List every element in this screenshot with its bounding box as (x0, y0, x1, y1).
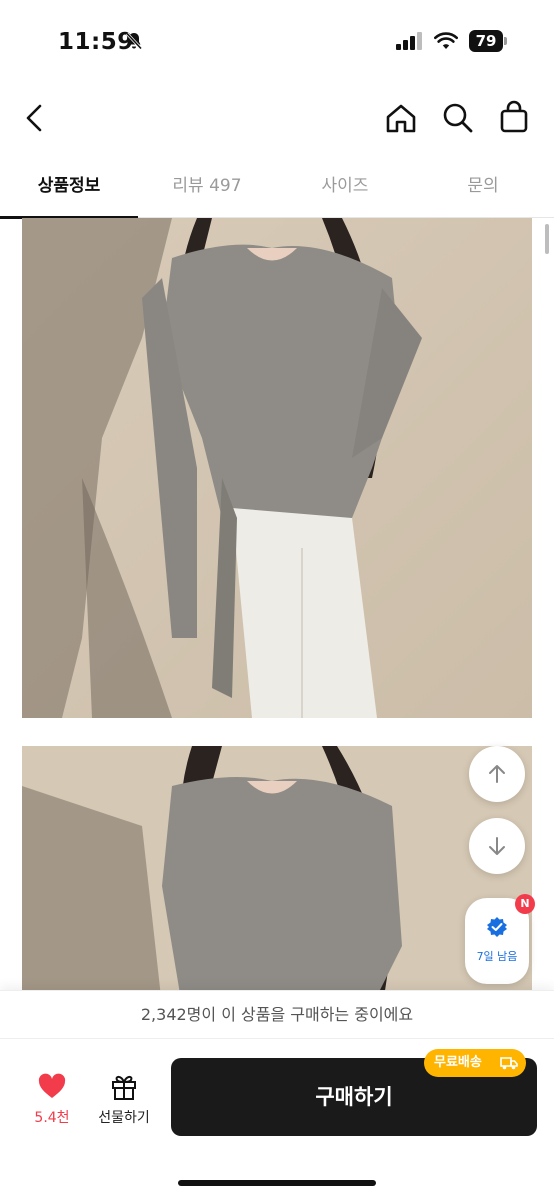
top-nav (0, 84, 554, 154)
battery-indicator: 79 (469, 30, 507, 52)
back-icon[interactable] (16, 98, 56, 138)
free-shipping-label: 무료배송 (434, 1055, 482, 1070)
tab-size[interactable]: 사이즈 (276, 160, 414, 218)
new-badge: N (515, 894, 535, 914)
free-shipping-badge: 무료배송 (424, 1049, 526, 1077)
home-icon[interactable] (381, 98, 421, 138)
status-bar: 11:59 79 (0, 0, 554, 84)
scroll-up-button[interactable] (469, 746, 525, 802)
home-indicator[interactable] (178, 1180, 376, 1186)
signal-icon (396, 32, 422, 50)
product-detail-content[interactable]: 7일 남음 N (0, 218, 554, 990)
arrow-up-icon (489, 765, 505, 783)
product-photo (22, 746, 532, 990)
bell-muted-icon (125, 32, 143, 50)
truck-icon (500, 1057, 518, 1070)
battery-level: 79 (469, 30, 503, 52)
tab-reviews[interactable]: 리뷰 497 (138, 160, 276, 218)
search-icon[interactable] (438, 98, 478, 138)
tab-inquiry[interactable]: 문의 (414, 160, 552, 218)
battery-nub (504, 37, 507, 45)
tab-product-info[interactable]: 상품정보 (0, 160, 138, 219)
status-time: 11:59 (58, 29, 134, 55)
badge-days-left: 7일 남음 (476, 950, 518, 963)
like-count: 5.4천 (34, 1110, 70, 1126)
purchase-activity-banner: 2,342명이 이 상품을 구매하는 중이에요 (0, 990, 554, 1038)
gift-button[interactable]: 선물하기 (90, 1071, 158, 1127)
scroll-down-button[interactable] (469, 818, 525, 874)
gift-icon (112, 1075, 136, 1100)
arrow-down-icon (489, 837, 505, 855)
coupon-badge-button[interactable]: 7일 남음 N (465, 894, 535, 984)
product-photo (22, 218, 532, 718)
heart-icon (38, 1073, 66, 1098)
shopping-bag-icon[interactable] (494, 98, 534, 138)
bottom-action-bar: 5.4천 선물하기 구매하기 무료배송 (0, 1038, 554, 1200)
verified-check-icon (487, 917, 507, 937)
wifi-icon (434, 32, 458, 49)
scrollbar[interactable] (545, 224, 549, 254)
like-button[interactable]: 5.4천 (24, 1073, 80, 1127)
gift-label: 선물하기 (98, 1110, 150, 1126)
tab-bar: 상품정보 리뷰 497 사이즈 문의 (0, 160, 554, 219)
